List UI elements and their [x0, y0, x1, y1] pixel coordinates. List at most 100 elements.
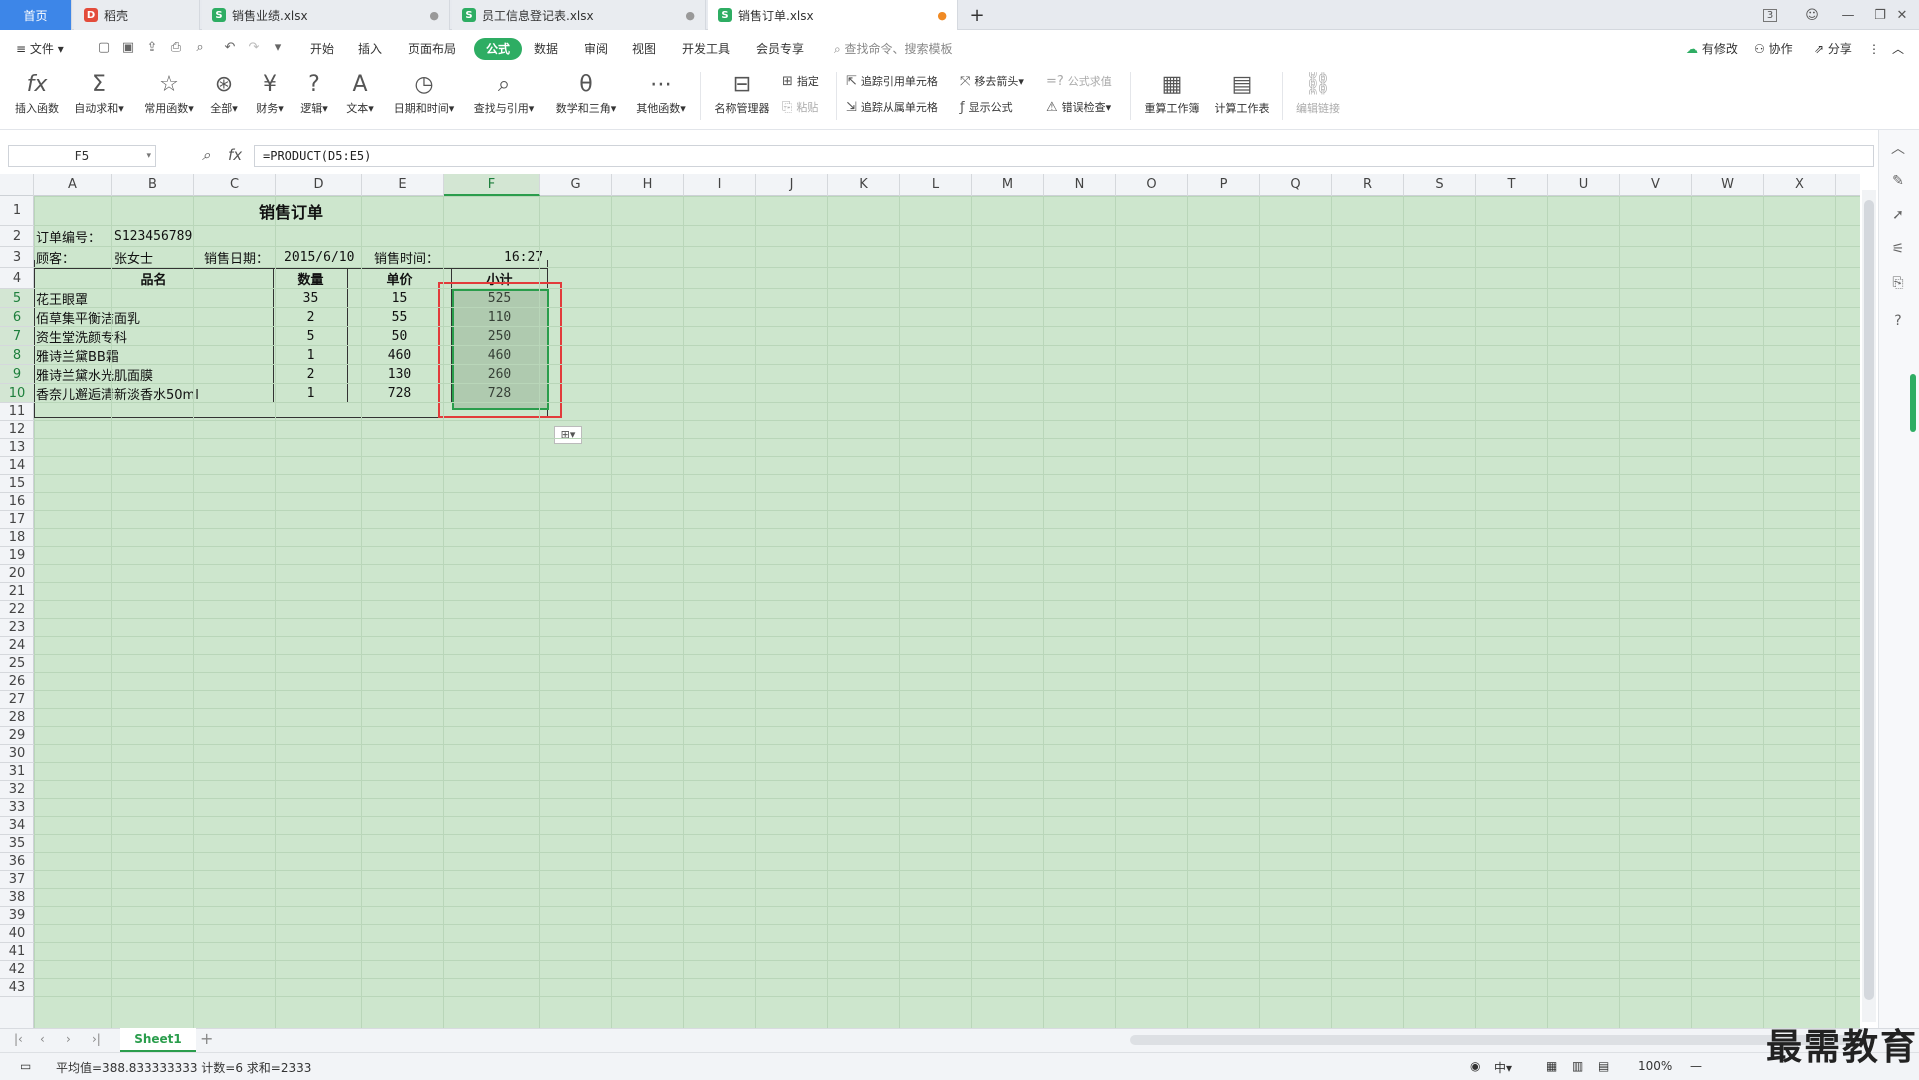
row-header-38[interactable]: 38 — [0, 889, 34, 907]
column-header-b[interactable]: B — [112, 174, 194, 196]
order-no-value[interactable]: S123456789 — [114, 226, 192, 247]
avatar[interactable]: ☺ — [1794, 0, 1830, 30]
row-header-19[interactable]: 19 — [0, 547, 34, 565]
table-cell-qty[interactable]: 2 — [274, 365, 348, 384]
name-box[interactable]: F5 ▾ — [8, 145, 156, 167]
evaluate-formula-button[interactable]: =? 公式求值 — [1046, 72, 1112, 92]
other-functions-button[interactable]: ⋯ 其他函数▾ — [630, 70, 692, 122]
customer-label[interactable]: 顾客： — [36, 247, 75, 268]
fx-icon[interactable]: fx — [228, 146, 242, 164]
tab-sales-order[interactable]: S 销售订单.xlsx ● — [708, 0, 958, 30]
column-header-v[interactable]: V — [1620, 174, 1692, 196]
redo-icon[interactable]: ↷ — [246, 40, 262, 56]
prev-sheet-icon[interactable]: ‹ — [40, 1032, 45, 1046]
column-header-r[interactable]: R — [1332, 174, 1404, 196]
row-header-13[interactable]: 13 — [0, 439, 34, 457]
text-functions-button[interactable]: A 文本▾ — [342, 70, 378, 122]
insert-function-button[interactable]: fx 插入函数 — [10, 70, 64, 122]
row-header-12[interactable]: 12 — [0, 421, 34, 439]
row-header-6[interactable]: 6 — [0, 308, 34, 327]
tab-employee-register[interactable]: S 员工信息登记表.xlsx ● — [452, 0, 706, 30]
column-header-i[interactable]: I — [684, 174, 756, 196]
window-count-button[interactable]: 3 — [1752, 0, 1788, 30]
add-sheet-icon[interactable]: + — [200, 1029, 213, 1048]
row-header-37[interactable]: 37 — [0, 871, 34, 889]
close-window-button[interactable]: ✕ — [1886, 0, 1918, 30]
column-header-p[interactable]: P — [1188, 174, 1260, 196]
row-header-1[interactable]: 1 — [0, 196, 34, 226]
edit-links-button[interactable]: ⛓ 编辑链接 — [1290, 70, 1346, 122]
column-header-e[interactable]: E — [362, 174, 444, 196]
row-header-24[interactable]: 24 — [0, 637, 34, 655]
customer-value[interactable]: 张女士 — [114, 247, 153, 268]
first-sheet-icon[interactable]: |‹ — [14, 1032, 23, 1046]
name-manager-button[interactable]: ⊟ 名称管理器 — [710, 70, 774, 122]
vertical-scroll-thumb[interactable] — [1864, 200, 1874, 1000]
file-menu[interactable]: ≡ 文件 ▾ — [10, 38, 70, 60]
menu-insert[interactable]: 插入 — [352, 38, 388, 60]
collapse-ribbon[interactable]: ︿ — [1886, 38, 1910, 60]
menu-formulas[interactable]: 公式 — [474, 38, 523, 60]
table-cell-name[interactable]: 资生堂洗颜专科 — [34, 327, 274, 346]
new-tab-button[interactable]: + — [962, 0, 992, 30]
specify-button[interactable]: ⊞ 指定 — [782, 72, 819, 92]
trace-dependents-button[interactable]: ⇲ 追踪从属单元格 — [846, 98, 938, 118]
column-header-x[interactable]: X — [1764, 174, 1836, 196]
table-cell-qty[interactable]: 35 — [274, 289, 348, 308]
column-header-s[interactable]: S — [1404, 174, 1476, 196]
row-header-14[interactable]: 14 — [0, 457, 34, 475]
chevron-up-icon[interactable]: ︿ — [1889, 140, 1907, 158]
last-sheet-icon[interactable]: ›| — [92, 1032, 101, 1046]
select-icon[interactable]: ➚ — [1889, 206, 1907, 224]
table-cell-price[interactable]: 15 — [348, 289, 452, 308]
row-header-4[interactable]: 4 — [0, 268, 34, 289]
undo-icon[interactable]: ↶ — [222, 40, 238, 56]
tab-home[interactable]: 首页 — [0, 0, 72, 30]
row-header-15[interactable]: 15 — [0, 475, 34, 493]
table-cell-name[interactable]: 花王眼罩 — [34, 289, 274, 308]
row-header-9[interactable]: 9 — [0, 365, 34, 384]
zoom-out-icon[interactable]: — — [1690, 1059, 1702, 1073]
sheet-tab-sheet1[interactable]: Sheet1 — [120, 1028, 196, 1052]
row-header-3[interactable]: 3 — [0, 247, 34, 268]
menu-developer[interactable]: 开发工具 — [676, 38, 736, 60]
table-cell-price[interactable]: 55 — [348, 308, 452, 327]
column-header-n[interactable]: N — [1044, 174, 1116, 196]
menu-review[interactable]: 审阅 — [578, 38, 614, 60]
column-header-c[interactable]: C — [194, 174, 276, 196]
all-functions-button[interactable]: ⊛ 全部▾ — [206, 70, 242, 122]
column-header-w[interactable]: W — [1692, 174, 1764, 196]
collaborate-button[interactable]: ⚇ 协作 — [1748, 38, 1799, 60]
zoom-search-icon[interactable]: ⌕ — [202, 146, 210, 164]
print-icon[interactable]: ⎙ — [168, 40, 184, 56]
zoom-level[interactable]: 100% — [1638, 1059, 1672, 1073]
common-functions-button[interactable]: ☆ 常用函数▾ — [138, 70, 200, 122]
row-header-11[interactable]: 11 — [0, 403, 34, 421]
menu-page-layout[interactable]: 页面布局 — [402, 38, 462, 60]
menu-view[interactable]: 视图 — [626, 38, 662, 60]
row-header-17[interactable]: 17 — [0, 511, 34, 529]
row-header-29[interactable]: 29 — [0, 727, 34, 745]
sync-status[interactable]: ☁ 有修改 — [1680, 38, 1744, 60]
row-header-43[interactable]: 43 — [0, 979, 34, 997]
time-label[interactable]: 销售时间： — [374, 247, 439, 268]
row-header-26[interactable]: 26 — [0, 673, 34, 691]
row-header-34[interactable]: 34 — [0, 817, 34, 835]
column-header-a[interactable]: A — [34, 174, 112, 196]
trace-precedents-button[interactable]: ⇱ 追踪引用单元格 — [846, 72, 938, 92]
normal-view-icon[interactable]: ▦ — [1546, 1059, 1557, 1073]
table-cell-price[interactable]: 460 — [348, 346, 452, 365]
row-header-42[interactable]: 42 — [0, 961, 34, 979]
logic-functions-button[interactable]: ? 逻辑▾ — [296, 70, 332, 122]
row-header-27[interactable]: 27 — [0, 691, 34, 709]
table-cell-name[interactable]: 佰草集平衡洁面乳 — [34, 308, 274, 327]
row-header-16[interactable]: 16 — [0, 493, 34, 511]
row-header-8[interactable]: 8 — [0, 346, 34, 365]
column-header-o[interactable]: O — [1116, 174, 1188, 196]
column-header-k[interactable]: K — [828, 174, 900, 196]
column-header-t[interactable]: T — [1476, 174, 1548, 196]
horizontal-scrollbar[interactable] — [1130, 1035, 1870, 1045]
side-scroll-indicator[interactable] — [1910, 374, 1916, 432]
show-formulas-button[interactable]: ƒ 显示公式 — [960, 98, 1013, 118]
menu-member[interactable]: 会员专享 — [750, 38, 810, 60]
